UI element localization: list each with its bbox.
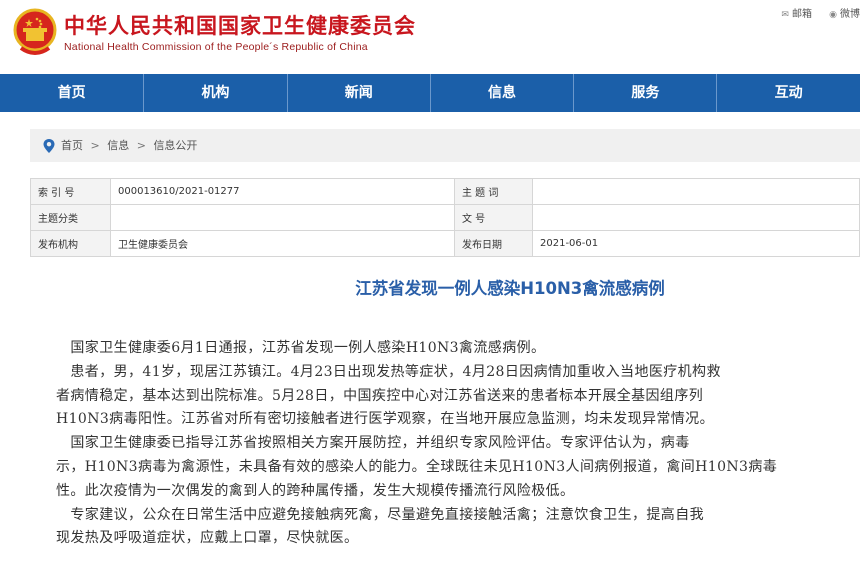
nav-item-home[interactable]: 首页 xyxy=(0,74,143,112)
main-nav: 首页 机构 新闻 信息 服务 互动 xyxy=(0,74,860,112)
location-pin-icon xyxy=(43,139,55,153)
breadcrumb-info[interactable]: 信息 xyxy=(107,139,129,152)
article-body: 国家卫生健康委6月1日通报，江苏省发现一例人感染H10N3禽流感病例。 患者，男… xyxy=(56,337,860,551)
meta-row: 发布机构 卫生健康委员会 发布日期 2021-06-01 xyxy=(30,230,860,257)
meta-value-publisher: 卫生健康委员会 xyxy=(110,230,455,257)
nav-item-organization[interactable]: 机构 xyxy=(143,74,286,112)
article-line: 国家卫生健康委6月1日通报，江苏省发现一例人感染H10N3禽流感病例。 xyxy=(56,340,546,356)
breadcrumb-disclosure[interactable]: 信息公开 xyxy=(153,139,197,152)
article-line: 现发热及呼吸道症状，应戴上口罩，尽快就医。 xyxy=(56,530,359,547)
weibo-icon: ◉ xyxy=(829,10,837,20)
mail-link[interactable]: ✉ 邮箱 xyxy=(781,5,812,20)
weibo-link[interactable]: ◉ 微博 xyxy=(829,5,860,20)
site-subtitle: National Health Commission of the People… xyxy=(64,41,368,53)
meta-value-doc-number xyxy=(532,204,860,231)
document-meta-table: 索 引 号 000013610/2021-01277 主 题 词 主题分类 文 … xyxy=(30,178,860,257)
meta-row: 索 引 号 000013610/2021-01277 主 题 词 xyxy=(30,178,860,205)
meta-value-index: 000013610/2021-01277 xyxy=(110,178,455,205)
article-line: 示，H10N3病毒为禽源性，未具备有效的感染人的能力。全球既往未见H10N3人间… xyxy=(56,458,778,475)
meta-value-date: 2021-06-01 xyxy=(532,230,860,257)
article-line: H10N3病毒阳性。江苏省对所有密切接触者进行医学观察，在当地开展应急监测，均未… xyxy=(56,411,714,428)
meta-value-category xyxy=(110,204,455,231)
meta-label-date: 发布日期 xyxy=(454,230,533,257)
meta-row: 主题分类 文 号 xyxy=(30,204,860,231)
article-line: 性。此次疫情为一次偶发的禽到人的跨种属传播，发生大规模传播流行风险极低。 xyxy=(56,482,575,499)
meta-value-keywords xyxy=(532,178,860,205)
article-line: 专家建议，公众在日常生活中应避免接触病死禽，尽量避免直接接触活禽；注意饮食卫生，… xyxy=(56,506,704,523)
breadcrumb: 首页 > 信息 > 信息公开 xyxy=(30,129,860,162)
meta-label-keywords: 主 题 词 xyxy=(454,178,533,205)
article-line: 者病情稳定，基本达到出院标准。5月28日，中国疾控中心对江苏省送来的患者标本开展… xyxy=(56,387,704,404)
nav-item-news[interactable]: 新闻 xyxy=(286,74,430,112)
mail-icon: ✉ xyxy=(781,10,789,20)
national-emblem-icon xyxy=(13,8,57,55)
meta-label-doc-number: 文 号 xyxy=(454,204,533,231)
nav-item-interaction[interactable]: 互动 xyxy=(716,74,859,112)
article-line: 患者，男，41岁，现居江苏镇江。4月23日出现发热等症状，4月28日因病情加重收… xyxy=(56,363,721,380)
meta-label-publisher: 发布机构 xyxy=(30,230,111,257)
nav-item-information[interactable]: 信息 xyxy=(429,74,573,112)
article-line: 国家卫生健康委已指导江苏省按照相关方案开展防控，并组织专家风险评估。专家评估认为… xyxy=(56,435,690,452)
breadcrumb-separator: > xyxy=(136,139,146,152)
breadcrumb-home[interactable]: 首页 xyxy=(61,139,83,152)
meta-label-index: 索 引 号 xyxy=(30,178,111,205)
article-title: 江苏省发现一例人感染H10N3禽流感病例 xyxy=(355,279,665,298)
site-header: 中华人民共和国国家卫生健康委员会 National Health Commiss… xyxy=(0,0,860,74)
breadcrumb-separator: > xyxy=(90,139,100,152)
meta-label-category: 主题分类 xyxy=(30,204,111,231)
top-links: ✉ 邮箱 ◉ 微博 xyxy=(767,5,860,20)
nav-item-services[interactable]: 服务 xyxy=(573,74,716,112)
site-title[interactable]: 中华人民共和国国家卫生健康委员会 xyxy=(64,10,416,40)
